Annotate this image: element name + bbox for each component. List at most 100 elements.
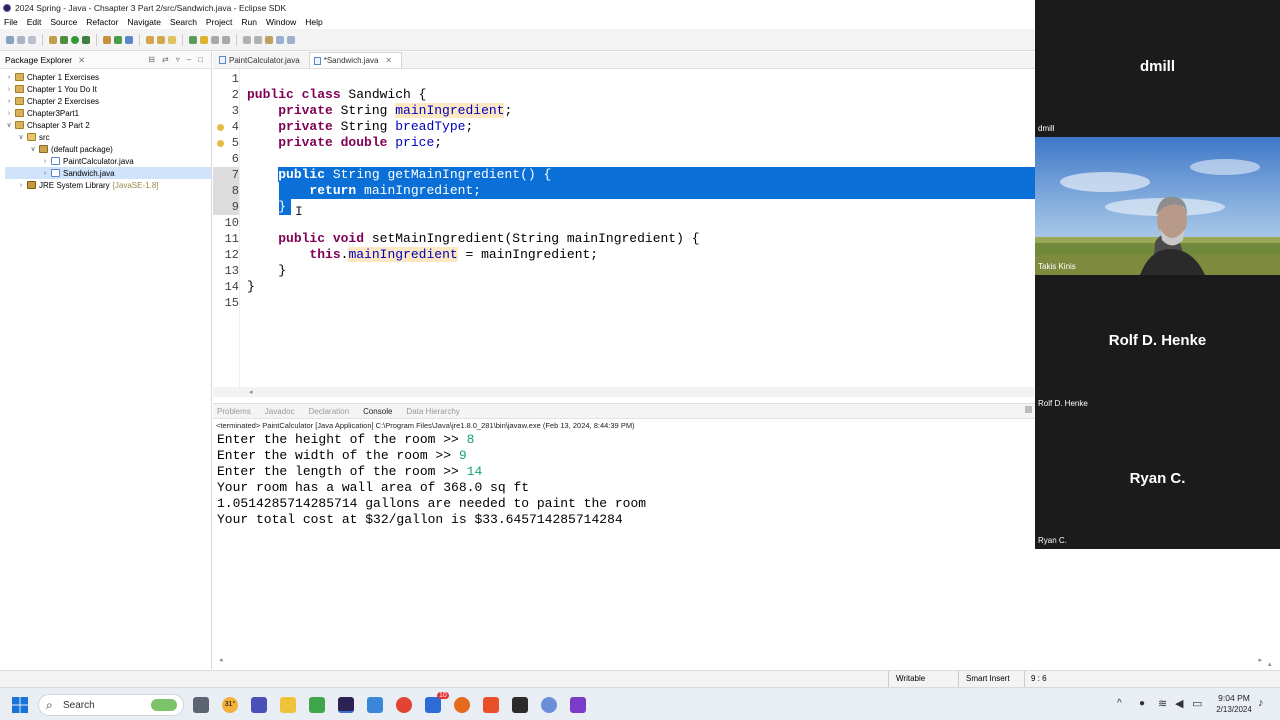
new-java-project-icon[interactable]: [103, 35, 111, 44]
wifi-icon[interactable]: ≋: [1158, 697, 1167, 710]
chevron-right-icon[interactable]: ›: [41, 158, 49, 165]
new-package-icon[interactable]: [114, 35, 122, 44]
code-line[interactable]: 10: [213, 215, 1035, 231]
chevron-right-icon[interactable]: ›: [5, 86, 13, 93]
notification-bell-icon[interactable]: ♪: [1258, 697, 1264, 709]
console-menu-icon[interactable]: [1025, 406, 1032, 413]
editor-tab[interactable]: PaintCalculator.java: [215, 52, 309, 68]
chevron-down-icon[interactable]: ∨: [17, 133, 25, 141]
participant-tile[interactable]: Rolf D. Henke Rolf D. Henke: [1035, 275, 1280, 412]
scroll-right-icon[interactable]: ▸: [1258, 656, 1262, 664]
code-line[interactable]: 14}: [213, 279, 1035, 295]
code-line[interactable]: 12 this.mainIngredient = mainIngredient;: [213, 247, 1035, 263]
console-horizontal-scrollbar[interactable]: ◂ ▸: [213, 656, 1268, 666]
new-class-icon[interactable]: [125, 35, 133, 44]
debug-icon[interactable]: [60, 35, 68, 44]
previous-annotation-icon[interactable]: [254, 35, 262, 44]
console-tab-data-hierarchy[interactable]: Data Hierarchy: [406, 407, 459, 416]
chevron-right-icon[interactable]: ›: [5, 98, 13, 105]
mark-occurrences-icon[interactable]: [200, 35, 208, 44]
windows-start-icon[interactable]: [12, 697, 28, 713]
code-line[interactable]: 4 private String breadType;: [213, 119, 1035, 135]
chrome-icon[interactable]: [396, 697, 412, 713]
collapse-all-icon[interactable]: ⊟: [148, 55, 155, 64]
save-all-icon[interactable]: [28, 35, 36, 44]
code-line[interactable]: 2 public class Sandwich {: [213, 87, 1035, 103]
chevron-right-icon[interactable]: ›: [5, 74, 13, 81]
console-tab-problems[interactable]: Problems: [217, 407, 251, 416]
scroll-left-icon[interactable]: ◂: [219, 656, 223, 664]
weather-icon[interactable]: 31°: [222, 697, 238, 713]
menu-item-help[interactable]: Help: [305, 17, 322, 27]
tree-item[interactable]: ∨ src: [5, 131, 211, 143]
annotation-next-icon[interactable]: [189, 35, 197, 44]
search-tool-icon[interactable]: [168, 35, 176, 44]
new-icon[interactable]: [6, 35, 14, 44]
console-tab-javadoc[interactable]: Javadoc: [265, 407, 295, 416]
view-menu-icon[interactable]: ▿: [176, 55, 180, 64]
warning-marker-icon[interactable]: [217, 140, 224, 147]
tree-item[interactable]: › PaintCalculator.java: [5, 155, 211, 167]
toggle-block-icon[interactable]: [211, 35, 219, 44]
file-explorer-icon[interactable]: [280, 697, 296, 713]
menu-item-run[interactable]: Run: [241, 17, 257, 27]
menu-item-edit[interactable]: Edit: [27, 17, 42, 27]
tree-item[interactable]: › JRE System Library [JavaSE-1.8]: [5, 179, 211, 191]
menu-item-file[interactable]: File: [4, 17, 18, 27]
tree-item[interactable]: ∨ Chsapter 3 Part 2: [5, 119, 211, 131]
tree-item[interactable]: › Chapter 2 Exercises: [5, 95, 211, 107]
battery-icon[interactable]: ▭: [1192, 697, 1202, 710]
console-tab-declaration[interactable]: Declaration: [309, 407, 349, 416]
tree-item[interactable]: › Chapter 1 Exercises: [5, 71, 211, 83]
code-line[interactable]: 1: [213, 71, 1035, 87]
maximize-icon[interactable]: □: [198, 55, 203, 64]
scroll-left-icon[interactable]: ◂: [249, 388, 253, 396]
chat-icon[interactable]: [251, 697, 267, 713]
code-line[interactable]: 5 private double price;: [213, 135, 1035, 151]
brave-icon[interactable]: [483, 697, 499, 713]
last-edit-icon[interactable]: [265, 35, 273, 44]
obs-icon[interactable]: [541, 697, 557, 713]
minimize-icon[interactable]: –: [187, 55, 191, 64]
menu-item-source[interactable]: Source: [50, 17, 77, 27]
clock-date[interactable]: 2/13/2024: [1212, 705, 1256, 714]
zoom-icon[interactable]: [425, 697, 441, 713]
clock-time[interactable]: 9:04 PM: [1212, 693, 1256, 703]
open-task-icon[interactable]: [157, 35, 165, 44]
participant-tile[interactable]: dmill dmill: [1035, 0, 1280, 137]
console-output[interactable]: Enter the height of the room >> 8 Enter t…: [213, 432, 1035, 658]
task-view-icon[interactable]: [193, 697, 209, 713]
word-app-icon[interactable]: [512, 697, 528, 713]
editor-tab[interactable]: *Sandwich.java ✕: [308, 52, 403, 68]
warning-marker-icon[interactable]: [217, 124, 224, 131]
open-type-icon[interactable]: [146, 35, 154, 44]
menu-item-window[interactable]: Window: [266, 17, 296, 27]
menu-item-navigate[interactable]: Navigate: [127, 17, 161, 27]
code-area[interactable]: 1 2 public class Sandwich {3 private Strin…: [213, 71, 1035, 311]
back-icon[interactable]: [276, 35, 284, 44]
code-line[interactable]: 6: [213, 151, 1035, 167]
chevron-down-icon[interactable]: ∨: [29, 145, 37, 153]
chevron-right-icon[interactable]: ›: [17, 182, 25, 189]
visual-studio-icon[interactable]: [570, 697, 586, 713]
menu-item-search[interactable]: Search: [170, 17, 197, 27]
code-editor[interactable]: 1 2 public class Sandwich {3 private Strin…: [213, 69, 1035, 387]
volume-icon[interactable]: ◀: [1175, 697, 1183, 710]
participant-video-tile[interactable]: Takis Kinis: [1035, 137, 1280, 275]
menu-item-refactor[interactable]: Refactor: [86, 17, 118, 27]
notepad-plus-icon[interactable]: [309, 697, 325, 713]
code-line[interactable]: 9 }: [213, 199, 1035, 215]
tree-item[interactable]: › Chapter 1 You Do It: [5, 83, 211, 95]
show-hidden-icons-icon[interactable]: ^: [1117, 698, 1122, 709]
tree-item[interactable]: › Chapter3Part1: [5, 107, 211, 119]
code-line[interactable]: 11 public void setMainIngredient(String …: [213, 231, 1035, 247]
next-annotation-icon[interactable]: [243, 35, 251, 44]
chevron-down-icon[interactable]: ∨: [5, 121, 13, 129]
console-tab-console[interactable]: Console: [363, 407, 392, 416]
skip-breakpoints-icon[interactable]: [49, 35, 57, 44]
taskbar-search-box[interactable]: ⌕ Search: [38, 694, 184, 716]
virtualbox-icon[interactable]: [367, 697, 383, 713]
chevron-right-icon[interactable]: ›: [41, 170, 49, 177]
code-line[interactable]: 3 private String mainIngredient;: [213, 103, 1035, 119]
code-line[interactable]: 8 return mainIngredient;: [213, 183, 1035, 199]
